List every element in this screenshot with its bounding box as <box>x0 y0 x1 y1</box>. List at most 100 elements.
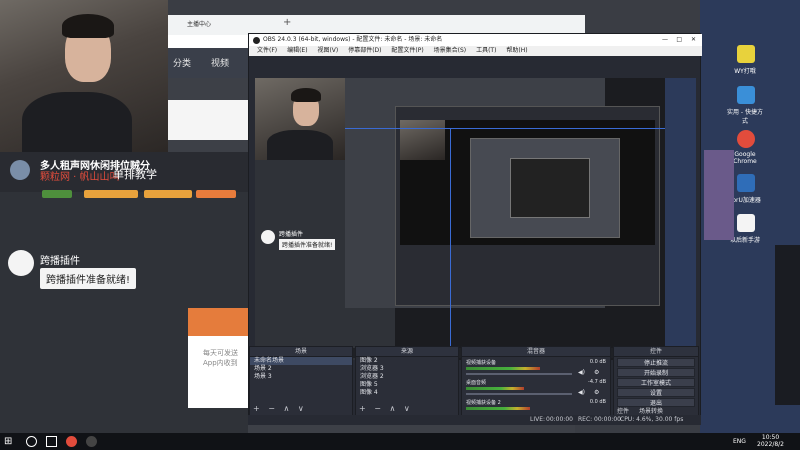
streamer-avatar[interactable] <box>10 160 30 180</box>
nav-video[interactable]: 视频 <box>211 56 229 69</box>
scenes-dock-header: 场景 <box>250 347 352 357</box>
sources-dock: 来源 图像 2 浏览器 3 浏览器 2 图像 5 图像 4 + − ∧ ∨ <box>355 346 459 416</box>
obs-statusbar: LIVE: 00:00:00 REC: 00:00:00 CPU: 4.6%, … <box>248 415 701 425</box>
nav-category[interactable]: 分类 <box>173 56 191 69</box>
stop-streaming-button[interactable]: 停止推流 <box>617 358 695 367</box>
mixer-channel-db: -4.7 dB <box>588 379 606 385</box>
tag-badge <box>144 190 192 198</box>
mixer-level-meter <box>466 407 530 410</box>
search-icon[interactable] <box>26 436 37 447</box>
desktop-shortcut-icon[interactable] <box>737 45 755 63</box>
source-item[interactable]: 图像 2 <box>356 357 458 365</box>
mixer-channel-name: 桌面音频 <box>466 380 487 386</box>
selection-guide <box>450 128 451 358</box>
scene-item[interactable]: 场景 3 <box>250 373 352 381</box>
scenes-dock: 场景 未命名场景 场景 2 场景 3 + − ∧ ∨ <box>249 346 353 416</box>
chat-message: 跨播插件准备就绪! <box>40 268 137 289</box>
promo-text-1: 每天可发送 <box>203 349 238 357</box>
source-item[interactable]: 图像 5 <box>356 381 458 389</box>
tab-controls[interactable]: 控件 <box>617 406 629 415</box>
source-item[interactable]: 浏览器 3 <box>356 365 458 373</box>
scenes-dock-buttons[interactable]: + − ∧ ∨ <box>253 404 307 413</box>
live-time: 00:00:00 <box>546 416 573 423</box>
live-label: LIVE: <box>530 416 546 423</box>
chat-username: 跨播插件 <box>40 256 80 267</box>
stream-subtitle: 颗粒网 · 帆山山叫 <box>40 172 120 183</box>
settings-button[interactable]: 设置 <box>617 388 695 397</box>
selection-guide <box>345 128 695 129</box>
chat-avatar <box>8 250 34 276</box>
task-view-icon[interactable] <box>46 436 57 447</box>
clock-time: 10:50 <box>761 434 780 441</box>
menu-view[interactable]: 视图(V) <box>317 47 338 54</box>
rec-label: REC: <box>578 416 593 423</box>
chrome-icon[interactable] <box>66 436 77 447</box>
file-icon[interactable] <box>737 214 755 232</box>
sources-dock-header: 来源 <box>356 347 458 357</box>
promo-text-2: App内收到 <box>203 359 238 367</box>
sources-dock-buttons[interactable]: + − ∧ ∨ <box>359 404 413 413</box>
desktop-icon-label: 实用 - 快捷方式 <box>727 109 763 125</box>
scene-item[interactable]: 未命名场景 <box>250 357 352 365</box>
cpu-status: CPU: 4.6%, 30.00 fps <box>620 416 684 423</box>
menu-docks[interactable]: 停靠部件(D) <box>348 47 381 54</box>
close-icon[interactable]: ✕ <box>691 34 696 46</box>
preview-chat-name: 跨播插件 <box>279 231 304 238</box>
obs-menubar: 文件(F) 编辑(E) 视图(V) 停靠部件(D) 配置文件(P) 场景集合(S… <box>249 46 702 56</box>
background-browser-titlebar: 主播中心 + <box>165 15 585 35</box>
scene-item[interactable]: 场景 2 <box>250 365 352 373</box>
menu-tools[interactable]: 工具(T) <box>476 47 496 54</box>
obs-preview[interactable]: 跨播插件 跨播插件准备就绪! <box>255 78 696 360</box>
obs-window-title: OBS 24.0.3 (64-bit, windows) - 配置文件: 未命名… <box>263 36 443 43</box>
desktop-shortcut-icon[interactable] <box>737 174 755 192</box>
preview-nested-inner-2 <box>510 158 590 218</box>
obs-logo-icon <box>253 37 260 44</box>
preview-desktop-strip <box>665 78 696 348</box>
taskbar: ⊞ ENG 10:50 2022/8/2 <box>0 433 800 450</box>
tab-transitions[interactable]: 场景转换 <box>639 406 663 415</box>
menu-file[interactable]: 文件(F) <box>257 47 277 54</box>
mixer-channel-db: 0.0 dB <box>589 399 606 405</box>
desktop-shortcut-icon[interactable] <box>737 86 755 104</box>
mixer-channel-db: 0.0 dB <box>589 359 606 365</box>
language-indicator[interactable]: ENG <box>733 438 746 445</box>
new-tab-icon[interactable]: + <box>283 17 291 28</box>
tag-badge <box>84 190 138 198</box>
browser-card <box>165 100 248 140</box>
mixer-channel-name: 视频捕获设备 <box>466 360 497 366</box>
studio-mode-button[interactable]: 工作室模式 <box>617 378 695 387</box>
start-recording-button[interactable]: 开始录制 <box>617 368 695 377</box>
menu-scene-collection[interactable]: 场景集合(S) <box>434 47 467 54</box>
clock-date: 2022/8/2 <box>757 441 784 448</box>
gear-icon[interactable]: ⚙ <box>594 389 599 396</box>
mixer-volume-slider[interactable] <box>466 393 572 395</box>
browser-tab-title[interactable]: 主播中心 <box>187 19 211 28</box>
speaker-icon[interactable]: ◀) <box>578 369 585 376</box>
tag-badge <box>42 190 72 198</box>
browser-nav-bar: 分类 视频 <box>165 48 255 78</box>
preview-nested-webcam <box>400 120 445 160</box>
taskbar-clock[interactable]: 10:50 2022/8/2 <box>757 434 784 448</box>
start-icon[interactable]: ⊞ <box>4 436 15 447</box>
menu-profile[interactable]: 配置文件(P) <box>391 47 423 54</box>
mixer-channel-name: 视频捕获设备 2 <box>466 400 501 406</box>
menu-help[interactable]: 帮助(H) <box>506 47 527 54</box>
source-item[interactable]: 图像 4 <box>356 389 458 397</box>
minimize-icon[interactable]: — <box>662 34 668 46</box>
speaker-icon[interactable]: ◀) <box>578 389 585 396</box>
mixer-level-meter <box>466 367 540 370</box>
source-item[interactable]: 浏览器 2 <box>356 373 458 381</box>
maximize-icon[interactable]: □ <box>676 34 682 46</box>
desktop-wallpaper-art <box>704 150 734 240</box>
mixer-volume-slider[interactable] <box>466 373 572 375</box>
gear-icon[interactable]: ⚙ <box>594 369 599 376</box>
preview-chat-message: 跨播插件准备就绪! <box>279 239 336 250</box>
desktop-icon-label: WY打哦 <box>734 68 756 75</box>
obs-icon[interactable] <box>86 436 97 447</box>
chrome-icon[interactable] <box>737 130 755 148</box>
stream-cta: 单排教学 <box>113 168 157 181</box>
controls-dock-header: 控件 <box>614 347 698 357</box>
side-window <box>775 245 800 405</box>
mixer-dock-header: 混音器 <box>462 347 610 357</box>
menu-edit[interactable]: 编辑(E) <box>287 47 307 54</box>
